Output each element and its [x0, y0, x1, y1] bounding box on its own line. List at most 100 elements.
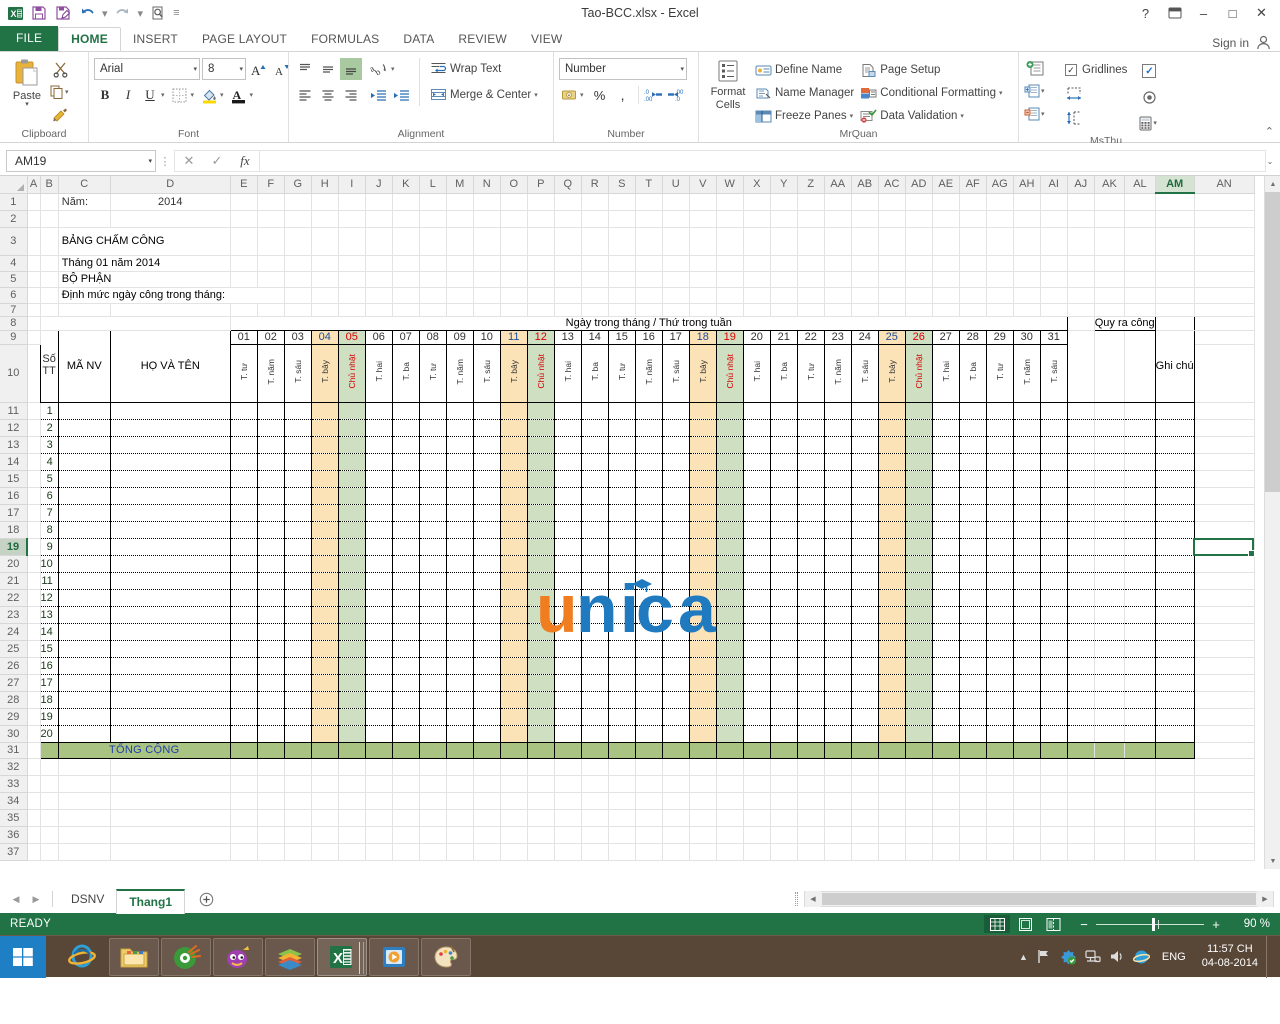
attendance-cell[interactable]	[905, 640, 932, 657]
empty-cell[interactable]	[27, 843, 40, 860]
empty-cell[interactable]	[392, 775, 419, 792]
empty-cell[interactable]	[554, 758, 581, 775]
empty-cell[interactable]	[27, 555, 40, 572]
cell-quyracong-3[interactable]	[1125, 589, 1155, 606]
attendance-cell[interactable]	[986, 572, 1013, 589]
attendance-cell[interactable]	[581, 436, 608, 453]
attendance-cell[interactable]	[689, 453, 716, 470]
empty-cell[interactable]	[392, 303, 419, 316]
empty-cell[interactable]	[365, 792, 392, 809]
attendance-cell[interactable]	[878, 402, 905, 419]
empty-cell[interactable]	[311, 193, 338, 210]
column-header-t[interactable]: T	[635, 176, 662, 193]
conditional-formatting-button[interactable]: Conditional Formatting ▾	[857, 82, 1005, 104]
empty-cell[interactable]	[1094, 255, 1124, 271]
empty-cell[interactable]	[1194, 521, 1254, 538]
attendance-cell[interactable]	[527, 572, 554, 589]
attendance-cell[interactable]	[716, 572, 743, 589]
cell-ma-nv[interactable]	[58, 504, 110, 521]
cell-ma-nv[interactable]	[58, 623, 110, 640]
row-header-9[interactable]: 9	[0, 330, 27, 344]
attendance-cell[interactable]	[365, 470, 392, 487]
empty-cell[interactable]	[1155, 809, 1194, 826]
attendance-cell[interactable]	[419, 538, 446, 555]
empty-cell[interactable]	[1067, 271, 1094, 287]
empty-cell[interactable]	[770, 271, 797, 287]
empty-cell[interactable]	[27, 725, 40, 742]
cell-quyracong-1[interactable]	[1067, 453, 1094, 470]
attendance-cell[interactable]	[554, 589, 581, 606]
empty-cell[interactable]	[311, 287, 338, 303]
attendance-cell[interactable]	[446, 674, 473, 691]
column-header-n[interactable]: N	[473, 176, 500, 193]
attendance-cell[interactable]	[419, 402, 446, 419]
cell-ho-ten[interactable]	[110, 487, 230, 504]
empty-cell[interactable]	[419, 809, 446, 826]
add-sheet-icon[interactable]	[195, 888, 217, 910]
attendance-cell[interactable]	[365, 419, 392, 436]
attendance-cell[interactable]	[527, 640, 554, 657]
show-hidden-icons-icon[interactable]: ▲	[1019, 952, 1028, 962]
empty-cell[interactable]	[878, 227, 905, 255]
attendance-cell[interactable]	[878, 708, 905, 725]
attendance-cell[interactable]	[986, 657, 1013, 674]
attendance-cell[interactable]	[338, 470, 365, 487]
accounting-format-icon[interactable]	[559, 84, 579, 106]
attendance-cell[interactable]	[716, 657, 743, 674]
empty-cell[interactable]	[284, 758, 311, 775]
print-preview-icon[interactable]	[147, 2, 169, 24]
row-header-31[interactable]: 31	[0, 742, 27, 758]
cell-quyracong-2[interactable]	[1094, 521, 1124, 538]
empty-cell[interactable]	[743, 210, 770, 227]
vertical-scroll-thumb[interactable]	[1265, 192, 1280, 492]
empty-cell[interactable]	[959, 193, 986, 210]
empty-cell[interactable]	[527, 193, 554, 210]
attendance-cell[interactable]	[770, 572, 797, 589]
empty-cell[interactable]	[716, 792, 743, 809]
column-header-p[interactable]: P	[527, 176, 554, 193]
attendance-cell[interactable]	[230, 402, 257, 419]
sheet-tab-thang1[interactable]: Thang1	[116, 889, 185, 914]
cell-quyracong-3[interactable]	[1125, 436, 1155, 453]
attendance-cell[interactable]	[1013, 419, 1040, 436]
cell-ghi-chu[interactable]	[1155, 436, 1194, 453]
empty-cell[interactable]	[878, 210, 905, 227]
accounting-dropdown-caret[interactable]: ▾	[580, 91, 588, 99]
empty-cell[interactable]	[527, 271, 554, 287]
empty-cell[interactable]	[716, 826, 743, 843]
empty-cell[interactable]	[851, 303, 878, 316]
enter-formula-icon[interactable]: ✓	[203, 151, 231, 172]
attendance-cell[interactable]	[581, 691, 608, 708]
empty-cell[interactable]	[689, 792, 716, 809]
empty-cell[interactable]	[338, 775, 365, 792]
attendance-cell[interactable]	[662, 555, 689, 572]
row-header-8[interactable]: 8	[0, 316, 27, 330]
empty-cell[interactable]	[689, 843, 716, 860]
attendance-cell[interactable]	[1040, 623, 1067, 640]
column-header-x[interactable]: X	[743, 176, 770, 193]
attendance-cell[interactable]	[311, 657, 338, 674]
empty-cell[interactable]	[311, 792, 338, 809]
attendance-cell[interactable]	[581, 521, 608, 538]
row-index-15[interactable]: 15	[40, 640, 58, 657]
page-setup-button[interactable]: Page Setup	[857, 59, 1005, 81]
attendance-cell[interactable]	[959, 470, 986, 487]
empty-cell[interactable]	[554, 303, 581, 316]
empty-cell[interactable]	[662, 303, 689, 316]
cell-ghi-chu[interactable]	[1155, 453, 1194, 470]
cell-quyracong-3[interactable]	[1125, 453, 1155, 470]
attendance-cell[interactable]	[284, 521, 311, 538]
cell-ma-nv[interactable]	[58, 657, 110, 674]
attendance-cell[interactable]	[581, 657, 608, 674]
empty-cell[interactable]	[527, 758, 554, 775]
empty-cell[interactable]	[27, 271, 40, 287]
attendance-cell[interactable]	[986, 521, 1013, 538]
empty-cell[interactable]	[527, 826, 554, 843]
empty-cell[interactable]	[1194, 344, 1254, 402]
attendance-cell[interactable]	[1013, 555, 1040, 572]
attendance-cell[interactable]	[689, 640, 716, 657]
font-color-icon[interactable]: A	[229, 84, 249, 106]
attendance-cell[interactable]	[878, 725, 905, 742]
empty-cell[interactable]	[878, 809, 905, 826]
empty-cell[interactable]	[1155, 271, 1194, 287]
